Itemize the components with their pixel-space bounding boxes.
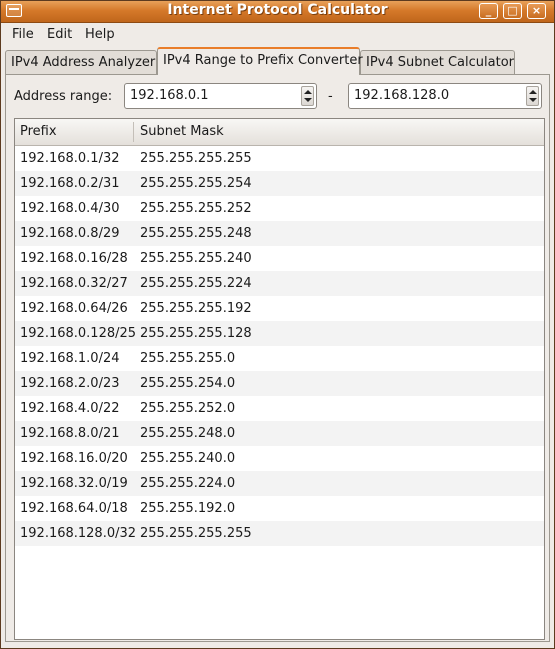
- prefix-table[interactable]: Prefix Subnet Mask 192.168.0.1/32 255.255…: [14, 118, 545, 640]
- menu-help[interactable]: Help: [85, 27, 115, 42]
- subnet-mask-cell: 255.255.255.240: [140, 251, 252, 266]
- menu-edit[interactable]: Edit: [47, 27, 72, 42]
- close-button[interactable]: ×: [527, 3, 546, 19]
- prefix-cell: 192.168.0.2/31: [20, 176, 120, 191]
- table-row[interactable]: 192.168.8.0/21 255.255.248.0: [15, 421, 544, 446]
- prefix-cell: 192.168.2.0/23: [20, 376, 120, 391]
- table-row[interactable]: 192.168.0.4/30 255.255.255.252: [15, 196, 544, 221]
- address-range-label: Address range:: [14, 89, 113, 104]
- window-title: Internet Protocol Calculator: [167, 2, 388, 18]
- table-row[interactable]: 192.168.0.16/28 255.255.255.240: [15, 246, 544, 271]
- decrement-arrow-icon[interactable]: [304, 98, 312, 102]
- table-row[interactable]: 192.168.0.32/27 255.255.255.224: [15, 271, 544, 296]
- minimize-button[interactable]: _: [479, 3, 498, 19]
- prefix-cell: 192.168.16.0/20: [20, 451, 128, 466]
- subnet-mask-cell: 255.255.240.0: [140, 451, 236, 466]
- subnet-mask-cell: 255.255.255.254: [140, 176, 252, 191]
- tab-ipv4-address-analyzer[interactable]: IPv4 Address Analyzer: [5, 50, 157, 75]
- column-header-subnet-mask[interactable]: Subnet Mask: [140, 124, 224, 139]
- tab-strip: IPv4 Address Analyzer IPv4 Range to Pref…: [5, 47, 550, 75]
- increment-arrow-icon[interactable]: [304, 90, 312, 94]
- prefix-cell: 192.168.32.0/19: [20, 476, 128, 491]
- subnet-mask-cell: 255.255.252.0: [140, 401, 236, 416]
- range-start-value[interactable]: 192.168.0.1: [130, 88, 209, 103]
- prefix-cell: 192.168.128.0/32: [20, 526, 137, 541]
- maximize-button[interactable]: □: [503, 3, 522, 19]
- subnet-mask-cell: 255.255.255.128: [140, 326, 252, 341]
- table-row[interactable]: 192.168.0.128/25 255.255.255.128: [15, 321, 544, 346]
- table-row[interactable]: 192.168.2.0/23 255.255.254.0: [15, 371, 544, 396]
- prefix-cell: 192.168.0.8/29: [20, 226, 120, 241]
- prefix-cell: 192.168.0.4/30: [20, 201, 120, 216]
- menu-file[interactable]: File: [12, 27, 34, 42]
- table-row[interactable]: 192.168.0.1/32 255.255.255.255: [15, 146, 544, 171]
- prefix-cell: 192.168.0.16/28: [20, 251, 128, 266]
- prefix-cell: 192.168.0.1/32: [20, 151, 120, 166]
- menu-bar: File Edit Help: [1, 23, 554, 45]
- subnet-mask-cell: 255.255.255.192: [140, 301, 252, 316]
- subnet-mask-cell: 255.255.255.0: [140, 351, 236, 366]
- table-row[interactable]: 192.168.0.64/26 255.255.255.192: [15, 296, 544, 321]
- subnet-mask-cell: 255.255.255.224: [140, 276, 252, 291]
- prefix-cell: 192.168.8.0/21: [20, 426, 120, 441]
- table-row[interactable]: 192.168.4.0/22 255.255.252.0: [15, 396, 544, 421]
- subnet-mask-cell: 255.255.255.248: [140, 226, 252, 241]
- range-end-spinbox[interactable]: 192.168.128.0: [348, 83, 542, 109]
- range-end-stepper[interactable]: [526, 86, 539, 106]
- title-bar[interactable]: Internet Protocol Calculator _ □ ×: [1, 1, 554, 23]
- table-body: 192.168.0.1/32 255.255.255.255 192.168.0.2…: [15, 146, 544, 546]
- tab-ipv4-range-to-prefix[interactable]: IPv4 Range to Prefix Converter: [157, 47, 363, 75]
- subnet-mask-cell: 255.255.255.252: [140, 201, 252, 216]
- subnet-mask-cell: 255.255.255.255: [140, 151, 252, 166]
- subnet-mask-cell: 255.255.224.0: [140, 476, 236, 491]
- decrement-arrow-icon[interactable]: [529, 98, 537, 102]
- app-window: Internet Protocol Calculator _ □ × File …: [0, 0, 555, 649]
- column-header-prefix[interactable]: Prefix: [20, 124, 57, 139]
- prefix-cell: 192.168.4.0/22: [20, 401, 120, 416]
- subnet-mask-cell: 255.255.254.0: [140, 376, 236, 391]
- table-header: Prefix Subnet Mask: [15, 119, 544, 146]
- table-row[interactable]: 192.168.0.8/29 255.255.255.248: [15, 221, 544, 246]
- increment-arrow-icon[interactable]: [529, 90, 537, 94]
- table-row[interactable]: 192.168.128.0/32 255.255.255.255: [15, 521, 544, 546]
- subnet-mask-cell: 255.255.192.0: [140, 501, 236, 516]
- range-start-spinbox[interactable]: 192.168.0.1: [124, 83, 317, 109]
- prefix-cell: 192.168.0.64/26: [20, 301, 128, 316]
- column-divider[interactable]: [133, 122, 134, 142]
- range-separator: -: [328, 89, 333, 104]
- table-row[interactable]: 192.168.1.0/24 255.255.255.0: [15, 346, 544, 371]
- prefix-cell: 192.168.64.0/18: [20, 501, 128, 516]
- subnet-mask-cell: 255.255.255.255: [140, 526, 252, 541]
- tab-ipv4-subnet-calculator[interactable]: IPv4 Subnet Calculator: [360, 50, 515, 75]
- prefix-cell: 192.168.1.0/24: [20, 351, 120, 366]
- table-row[interactable]: 192.168.16.0/20 255.255.240.0: [15, 446, 544, 471]
- table-row[interactable]: 192.168.0.2/31 255.255.255.254: [15, 171, 544, 196]
- range-end-value[interactable]: 192.168.128.0: [354, 88, 449, 103]
- table-row[interactable]: 192.168.32.0/19 255.255.224.0: [15, 471, 544, 496]
- subnet-mask-cell: 255.255.248.0: [140, 426, 236, 441]
- prefix-cell: 192.168.0.128/25: [20, 326, 137, 341]
- table-row[interactable]: 192.168.64.0/18 255.255.192.0: [15, 496, 544, 521]
- prefix-cell: 192.168.0.32/27: [20, 276, 128, 291]
- range-start-stepper[interactable]: [301, 86, 314, 106]
